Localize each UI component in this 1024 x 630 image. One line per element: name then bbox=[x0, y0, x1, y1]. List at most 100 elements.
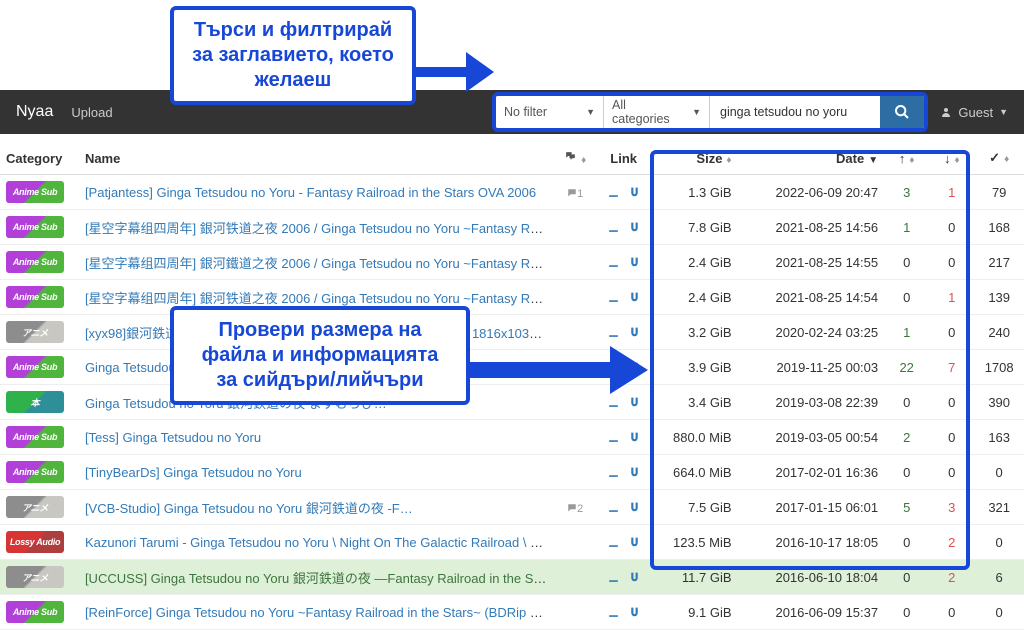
cell-size: 2.4 GiB bbox=[650, 280, 738, 315]
cell-date: 2021-08-25 14:56 bbox=[738, 210, 885, 245]
torrent-name-link[interactable]: [VCB-Studio] Ginga Tetsudou no Yoru 銀河鉄道… bbox=[85, 501, 413, 516]
callout-search: Търси и филтрирай за заглавието, което ж… bbox=[170, 6, 416, 105]
cell-leechers: 0 bbox=[929, 385, 974, 420]
cell-leechers: 0 bbox=[929, 210, 974, 245]
category-badge[interactable]: Anime Sub bbox=[6, 601, 64, 623]
cell-size: 3.4 GiB bbox=[650, 385, 738, 420]
category-badge[interactable]: Anime Sub bbox=[6, 286, 64, 308]
cell-completed: 240 bbox=[974, 315, 1024, 350]
cell-leechers: 0 bbox=[929, 455, 974, 490]
category-badge[interactable]: Anime Sub bbox=[6, 461, 64, 483]
magnet-icon[interactable] bbox=[628, 186, 641, 199]
category-badge[interactable]: Anime Sub bbox=[6, 251, 64, 273]
hdr-completed[interactable]: ✓♦ bbox=[974, 142, 1024, 175]
torrent-name-link[interactable]: [TinyBearDs] Ginga Tetsudou no Yoru bbox=[85, 465, 302, 480]
magnet-icon[interactable] bbox=[628, 256, 641, 269]
cell-leechers: 0 bbox=[929, 315, 974, 350]
download-icon[interactable] bbox=[607, 536, 620, 549]
cell-seeders: 0 bbox=[884, 245, 929, 280]
download-icon[interactable] bbox=[607, 291, 620, 304]
magnet-icon[interactable] bbox=[628, 571, 641, 584]
cell-completed: 79 bbox=[974, 175, 1024, 210]
search-button[interactable] bbox=[880, 96, 924, 128]
magnet-icon[interactable] bbox=[628, 291, 641, 304]
download-icon[interactable] bbox=[607, 221, 620, 234]
cell-completed: 6 bbox=[974, 560, 1024, 595]
torrent-name-link[interactable]: [星空字幕组四周年] 銀河鐵道之夜 2006 / Ginga Tetsudou … bbox=[85, 256, 553, 271]
table-row: アニメ [VCB-Studio] Ginga Tetsudou no Yoru … bbox=[0, 490, 1024, 525]
magnet-icon[interactable] bbox=[628, 606, 641, 619]
cell-size: 7.5 GiB bbox=[650, 490, 738, 525]
category-badge[interactable]: アニメ bbox=[6, 496, 64, 518]
cell-leechers: 0 bbox=[929, 595, 974, 630]
cell-seeders: 0 bbox=[884, 525, 929, 560]
download-icon[interactable] bbox=[607, 501, 620, 514]
category-badge[interactable]: アニメ bbox=[6, 321, 64, 343]
category-badge[interactable]: Anime Sub bbox=[6, 356, 64, 378]
hdr-comments[interactable]: ♦ bbox=[553, 142, 598, 175]
category-badge[interactable]: Anime Sub bbox=[6, 426, 64, 448]
filter-select[interactable]: No filter ▼ bbox=[496, 96, 604, 128]
cell-size: 2.4 GiB bbox=[650, 245, 738, 280]
download-icon[interactable] bbox=[607, 466, 620, 479]
download-icon[interactable] bbox=[607, 431, 620, 444]
torrent-name-link[interactable]: [Tess] Ginga Tetsudou no Yoru bbox=[85, 430, 261, 445]
category-badge[interactable]: 本 bbox=[6, 391, 64, 413]
cell-seeders: 1 bbox=[884, 315, 929, 350]
torrent-name-link[interactable]: [ReinForce] Ginga Tetsudou no Yoru ~Fant… bbox=[85, 605, 553, 620]
torrent-name-link[interactable]: [UCCUSS] Ginga Tetsudou no Yoru 銀河鉄道の夜 —… bbox=[85, 571, 553, 586]
category-badge[interactable]: Anime Sub bbox=[6, 216, 64, 238]
torrent-name-link[interactable]: [Patjantess] Ginga Tetsudou no Yoru - Fa… bbox=[85, 185, 536, 200]
table-row: Anime Sub [星空字幕组四周年] 銀河铁道之夜 2006 / Ginga… bbox=[0, 210, 1024, 245]
nav-upload[interactable]: Upload bbox=[71, 105, 112, 120]
cell-date: 2020-02-24 03:25 bbox=[738, 315, 885, 350]
torrent-name-link[interactable]: Kazunori Tarumi - Ginga Tetsudou no Yoru… bbox=[85, 535, 553, 550]
cell-seeders: 2 bbox=[884, 420, 929, 455]
magnet-icon[interactable] bbox=[628, 221, 641, 234]
magnet-icon[interactable] bbox=[628, 326, 641, 339]
magnet-icon[interactable] bbox=[628, 466, 641, 479]
category-badge[interactable]: アニメ bbox=[6, 566, 64, 588]
cell-date: 2017-02-01 16:36 bbox=[738, 455, 885, 490]
hdr-date[interactable]: Date▼ bbox=[738, 142, 885, 175]
cell-leechers: 1 bbox=[929, 175, 974, 210]
cell-completed: 0 bbox=[974, 455, 1024, 490]
cell-leechers: 0 bbox=[929, 245, 974, 280]
cell-seeders: 1 bbox=[884, 210, 929, 245]
hdr-seeders[interactable]: ↑♦ bbox=[884, 142, 929, 175]
category-badge[interactable]: Lossy Audio bbox=[6, 531, 64, 553]
torrent-name-link[interactable]: [星空字幕组四周年] 銀河铁道之夜 2006 / Ginga Tetsudou … bbox=[85, 221, 553, 236]
cell-completed: 0 bbox=[974, 525, 1024, 560]
category-badge[interactable]: Anime Sub bbox=[6, 181, 64, 203]
download-icon[interactable] bbox=[607, 256, 620, 269]
guest-menu[interactable]: Guest ▼ bbox=[940, 90, 1008, 134]
table-row: Anime Sub [星空字幕组四周年] 銀河鐵道之夜 2006 / Ginga… bbox=[0, 245, 1024, 280]
search-input[interactable] bbox=[710, 96, 880, 128]
search-icon bbox=[894, 104, 910, 120]
category-select[interactable]: All categories ▼ bbox=[604, 96, 710, 128]
magnet-icon[interactable] bbox=[628, 536, 641, 549]
hdr-link: Link bbox=[598, 142, 650, 175]
hdr-name[interactable]: Name bbox=[79, 142, 553, 175]
cell-seeders: 0 bbox=[884, 455, 929, 490]
download-icon[interactable] bbox=[607, 326, 620, 339]
cell-date: 2022-06-09 20:47 bbox=[738, 175, 885, 210]
hdr-category[interactable]: Category bbox=[0, 142, 79, 175]
brand[interactable]: Nyaa bbox=[16, 103, 53, 121]
download-icon[interactable] bbox=[607, 606, 620, 619]
hdr-leechers[interactable]: ↓♦ bbox=[929, 142, 974, 175]
chevron-down-icon: ▼ bbox=[692, 107, 701, 117]
cell-date: 2017-01-15 06:01 bbox=[738, 490, 885, 525]
download-icon[interactable] bbox=[607, 571, 620, 584]
torrent-name-link[interactable]: [星空字幕组四周年] 銀河铁道之夜 2006 / Ginga Tetsudou … bbox=[85, 291, 553, 306]
cell-size: 9.1 GiB bbox=[650, 595, 738, 630]
table-row: Anime Sub [Tess] Ginga Tetsudou no Yoru … bbox=[0, 420, 1024, 455]
table-row: Anime Sub [星空字幕组四周年] 銀河铁道之夜 2006 / Ginga… bbox=[0, 280, 1024, 315]
magnet-icon[interactable] bbox=[628, 501, 641, 514]
hdr-size[interactable]: Size♦ bbox=[650, 142, 738, 175]
download-icon[interactable] bbox=[607, 186, 620, 199]
cell-size: 3.9 GiB bbox=[650, 350, 738, 385]
comments-icon bbox=[564, 150, 577, 163]
cell-seeders: 5 bbox=[884, 490, 929, 525]
magnet-icon[interactable] bbox=[628, 431, 641, 444]
